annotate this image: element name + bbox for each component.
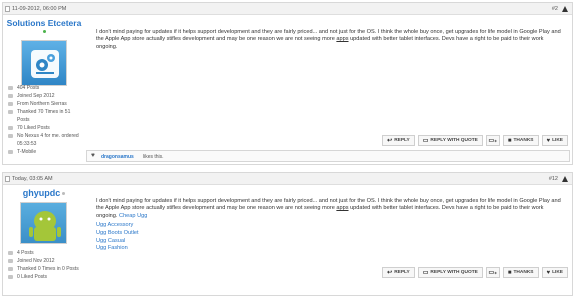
liker-username-link[interactable]: dragonsamus	[101, 154, 134, 160]
reply-button[interactable]: ↩ REPLY	[382, 135, 415, 146]
quote-bubble-icon: ▭	[422, 138, 429, 144]
post-date: 11-09-2012, 06:00 PM	[12, 6, 67, 12]
phone-icon	[8, 134, 13, 138]
stat-joined: Joined Sep 2012	[8, 92, 84, 100]
forum-post: Today, 03:05 AM #12 ghyupdc 4 Posts Join…	[2, 172, 573, 296]
stat-liked: 0 Liked Posts	[8, 273, 84, 281]
multiquote-button[interactable]: ▭₊	[485, 267, 500, 278]
stat-posts: 4 Posts	[8, 249, 84, 257]
post-header: 11-09-2012, 06:00 PM #2	[3, 3, 572, 15]
post-select-checkbox[interactable]	[5, 6, 10, 12]
post-actions: ↩ REPLY ▭ REPLY WITH QUOTE ▭₊ ■ THANKS ♥ LIK…	[382, 135, 568, 146]
stat-location: From Northern Sierras	[8, 100, 84, 108]
report-icon[interactable]	[562, 6, 568, 12]
multiquote-button[interactable]: ▭₊	[485, 135, 500, 146]
stat-joined: Joined Nov 2012	[8, 257, 84, 265]
online-status-icon	[43, 30, 46, 33]
thumbs-up-icon	[8, 126, 13, 130]
stat-carrier: T-Mobile	[8, 148, 84, 156]
user-stats: 404 Posts Joined Sep 2012 From Northern …	[8, 84, 84, 156]
heart-icon: ♥	[546, 269, 551, 276]
location-icon	[8, 102, 13, 106]
thanks-button[interactable]: ■ THANKS	[502, 135, 539, 146]
likes-summary: ♥ dragonsamus likes this.	[86, 150, 570, 162]
username-link[interactable]: ghyupdc	[3, 188, 85, 198]
like-button[interactable]: ♥ LIKE	[541, 135, 568, 146]
ugg-boots-outlet-link[interactable]: Ugg Boots Outlet	[96, 230, 139, 238]
post-number-link[interactable]: #2	[552, 6, 558, 12]
post-number-link[interactable]: #12	[549, 176, 558, 182]
likes-text: likes this.	[143, 154, 164, 160]
post-select-checkbox[interactable]	[5, 176, 10, 182]
post-actions: ↩ REPLY ▭ REPLY WITH QUOTE ▭₊ ■ THANKS ♥ LIK…	[382, 267, 568, 278]
reply-arrow-icon: ↩	[387, 138, 393, 144]
android-robot-icon	[29, 211, 61, 241]
stat-thanked: Thanked 70 Times in 51 Posts	[8, 108, 84, 124]
thumbs-up-icon	[8, 275, 13, 279]
app-gears-icon	[31, 50, 59, 78]
reply-arrow-icon: ↩	[387, 270, 393, 276]
like-button[interactable]: ♥ LIKE	[541, 267, 568, 278]
heart-icon: ♥	[91, 152, 95, 159]
thanks-icon: ■	[507, 137, 512, 144]
forum-post: 11-09-2012, 06:00 PM #2 Solutions Etcete…	[2, 2, 573, 165]
thanks-button[interactable]: ■ THANKS	[502, 267, 539, 278]
post-body: I don't mind paying for updates if it he…	[96, 29, 561, 50]
multiquote-icon: ▭₊	[488, 270, 498, 276]
reply-with-quote-button[interactable]: ▭ REPLY WITH QUOTE	[417, 135, 483, 146]
post-header: Today, 03:05 AM #12	[3, 173, 572, 185]
quote-bubble-icon: ▭	[422, 270, 429, 276]
stat-liked: 70 Liked Posts	[8, 124, 84, 132]
report-icon[interactable]	[562, 176, 568, 182]
posts-icon	[8, 251, 13, 255]
multiquote-icon: ▭₊	[488, 138, 498, 144]
apps-link[interactable]: apps	[336, 205, 348, 211]
post-date: Today, 03:05 AM	[12, 176, 53, 182]
offline-status-icon	[62, 192, 66, 196]
ugg-accessory-link[interactable]: Ugg Accessory	[96, 222, 139, 230]
checkmark-icon	[8, 110, 13, 114]
avatar[interactable]	[20, 202, 67, 244]
ugg-casual-link[interactable]: Ugg Casual	[96, 238, 139, 246]
ugg-fashion-link[interactable]: Ugg Fashion	[96, 245, 139, 253]
avatar[interactable]	[21, 40, 67, 86]
link-list: Ugg Accessory Ugg Boots Outlet Ugg Casua…	[96, 222, 139, 253]
stat-thanked: Thanked 0 Times in 0 Posts	[8, 265, 84, 273]
calendar-icon	[8, 94, 13, 98]
stat-posts: 404 Posts	[8, 84, 84, 92]
cheap-ugg-link[interactable]: Cheap Ugg	[119, 213, 147, 219]
heart-icon: ♥	[546, 137, 551, 144]
username-link[interactable]: Solutions Etcetera	[3, 18, 85, 28]
reply-with-quote-button[interactable]: ▭ REPLY WITH QUOTE	[417, 267, 483, 278]
apps-link[interactable]: apps	[336, 36, 348, 42]
stat-device: No Nexus 4 for me. ordered 05:33:53	[8, 132, 84, 148]
user-stats: 4 Posts Joined Nov 2012 Thanked 0 Times …	[8, 249, 84, 281]
reply-button[interactable]: ↩ REPLY	[382, 267, 415, 278]
posts-icon	[8, 86, 13, 90]
calendar-icon	[8, 259, 13, 263]
signal-icon	[8, 150, 13, 154]
post-body: I don't mind paying for updates if it he…	[96, 198, 561, 219]
thanks-icon: ■	[507, 269, 512, 276]
checkmark-icon	[8, 267, 13, 271]
